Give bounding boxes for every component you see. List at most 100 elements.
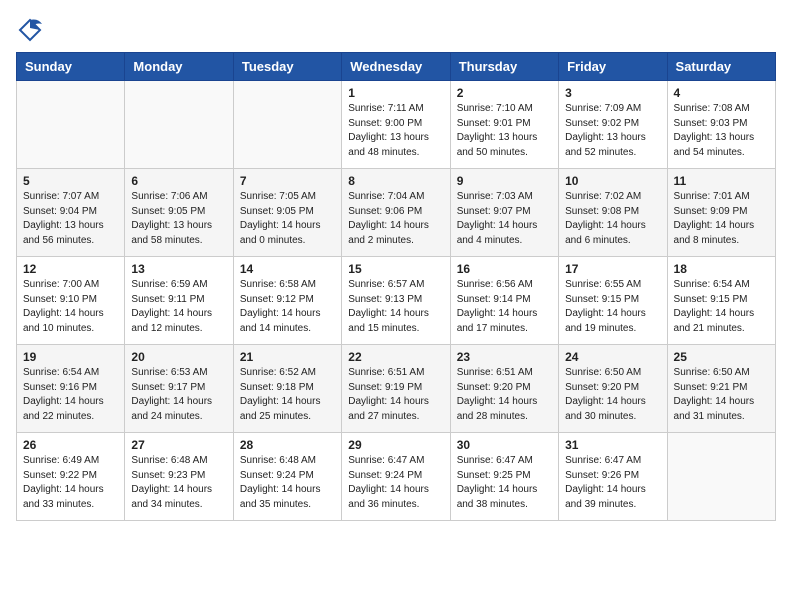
day-info: Sunrise: 7:03 AMSunset: 9:07 PMDaylight:… [457, 190, 552, 248]
day-number: 6 [131, 174, 226, 188]
day-info: Sunrise: 6:54 AMSunset: 9:15 PMDaylight:… [674, 278, 769, 336]
day-number: 19 [23, 350, 118, 364]
day-cell-4-2: 28 Sunrise: 6:48 AMSunset: 9:24 PMDayligh… [233, 433, 341, 521]
day-number: 7 [240, 174, 335, 188]
day-number: 30 [457, 438, 552, 452]
day-number: 26 [23, 438, 118, 452]
logo-icon [16, 16, 44, 44]
day-info: Sunrise: 6:50 AMSunset: 9:21 PMDaylight:… [674, 366, 769, 424]
day-number: 9 [457, 174, 552, 188]
day-number: 13 [131, 262, 226, 276]
day-info: Sunrise: 6:56 AMSunset: 9:14 PMDaylight:… [457, 278, 552, 336]
week-row-3: 12 Sunrise: 7:00 AMSunset: 9:10 PMDayligh… [17, 257, 776, 345]
day-cell-4-5: 31Sunrise: 6:47 AMSunset: 9:26 PMDayligh… [559, 433, 667, 521]
day-info: Sunrise: 7:10 AMSunset: 9:01 PMDaylight:… [457, 102, 552, 160]
day-cell-4-1: 27 Sunrise: 6:48 AMSunset: 9:23 PMDayligh… [125, 433, 233, 521]
header-thursday: Thursday [450, 53, 558, 81]
day-number: 17 [565, 262, 660, 276]
day-cell-1-2: 7 Sunrise: 7:05 AMSunset: 9:05 PMDaylight… [233, 169, 341, 257]
week-row-1: 1Sunrise: 7:11 AMSunset: 9:00 PMDaylight… [17, 81, 776, 169]
day-info: Sunrise: 6:50 AMSunset: 9:20 PMDaylight:… [565, 366, 660, 424]
day-info: Sunrise: 6:57 AMSunset: 9:13 PMDaylight:… [348, 278, 443, 336]
day-cell-2-0: 12 Sunrise: 7:00 AMSunset: 9:10 PMDayligh… [17, 257, 125, 345]
header-monday: Monday [125, 53, 233, 81]
day-info: Sunrise: 6:48 AMSunset: 9:23 PMDaylight:… [131, 454, 226, 512]
week-row-2: 5 Sunrise: 7:07 AMSunset: 9:04 PMDaylight… [17, 169, 776, 257]
day-info: Sunrise: 6:47 AMSunset: 9:26 PMDaylight:… [565, 454, 660, 512]
day-info: Sunrise: 7:08 AMSunset: 9:03 PMDaylight:… [674, 102, 769, 160]
day-info: Sunrise: 6:49 AMSunset: 9:22 PMDaylight:… [23, 454, 118, 512]
day-number: 21 [240, 350, 335, 364]
day-number: 29 [348, 438, 443, 452]
day-cell-3-5: 24 Sunrise: 6:50 AMSunset: 9:20 PMDayligh… [559, 345, 667, 433]
day-info: Sunrise: 6:48 AMSunset: 9:24 PMDaylight:… [240, 454, 335, 512]
day-info: Sunrise: 6:59 AMSunset: 9:11 PMDaylight:… [131, 278, 226, 336]
day-number: 8 [348, 174, 443, 188]
day-info: Sunrise: 7:01 AMSunset: 9:09 PMDaylight:… [674, 190, 769, 248]
header-tuesday: Tuesday [233, 53, 341, 81]
week-row-5: 26 Sunrise: 6:49 AMSunset: 9:22 PMDayligh… [17, 433, 776, 521]
day-cell-1-6: 11 Sunrise: 7:01 AMSunset: 9:09 PMDayligh… [667, 169, 775, 257]
day-cell-3-0: 19 Sunrise: 6:54 AMSunset: 9:16 PMDayligh… [17, 345, 125, 433]
day-info: Sunrise: 6:47 AMSunset: 9:24 PMDaylight:… [348, 454, 443, 512]
day-number: 25 [674, 350, 769, 364]
day-info: Sunrise: 6:53 AMSunset: 9:17 PMDaylight:… [131, 366, 226, 424]
day-number: 23 [457, 350, 552, 364]
day-number: 4 [674, 86, 769, 100]
day-number: 5 [23, 174, 118, 188]
day-info: Sunrise: 7:07 AMSunset: 9:04 PMDaylight:… [23, 190, 118, 248]
day-info: Sunrise: 7:06 AMSunset: 9:05 PMDaylight:… [131, 190, 226, 248]
header-friday: Friday [559, 53, 667, 81]
calendar-table: Sunday Monday Tuesday Wednesday Thursday… [16, 52, 776, 521]
day-number: 2 [457, 86, 552, 100]
day-info: Sunrise: 7:04 AMSunset: 9:06 PMDaylight:… [348, 190, 443, 248]
day-info: Sunrise: 7:02 AMSunset: 9:08 PMDaylight:… [565, 190, 660, 248]
day-number: 28 [240, 438, 335, 452]
logo [16, 16, 48, 44]
day-cell-2-5: 17Sunrise: 6:55 AMSunset: 9:15 PMDayligh… [559, 257, 667, 345]
day-number: 14 [240, 262, 335, 276]
day-info: Sunrise: 7:00 AMSunset: 9:10 PMDaylight:… [23, 278, 118, 336]
day-cell-0-5: 3Sunrise: 7:09 AMSunset: 9:02 PMDaylight… [559, 81, 667, 169]
header-wednesday: Wednesday [342, 53, 450, 81]
day-info: Sunrise: 7:05 AMSunset: 9:05 PMDaylight:… [240, 190, 335, 248]
day-number: 15 [348, 262, 443, 276]
day-number: 22 [348, 350, 443, 364]
day-cell-1-5: 10Sunrise: 7:02 AMSunset: 9:08 PMDayligh… [559, 169, 667, 257]
calendar-body: 1Sunrise: 7:11 AMSunset: 9:00 PMDaylight… [17, 81, 776, 521]
day-number: 24 [565, 350, 660, 364]
day-cell-0-0 [17, 81, 125, 169]
day-number: 27 [131, 438, 226, 452]
day-info: Sunrise: 6:54 AMSunset: 9:16 PMDaylight:… [23, 366, 118, 424]
day-cell-3-2: 21Sunrise: 6:52 AMSunset: 9:18 PMDayligh… [233, 345, 341, 433]
day-cell-0-1 [125, 81, 233, 169]
day-cell-2-4: 16 Sunrise: 6:56 AMSunset: 9:14 PMDayligh… [450, 257, 558, 345]
day-cell-4-6 [667, 433, 775, 521]
day-cell-0-2 [233, 81, 341, 169]
day-info: Sunrise: 6:47 AMSunset: 9:25 PMDaylight:… [457, 454, 552, 512]
day-number: 16 [457, 262, 552, 276]
day-number: 12 [23, 262, 118, 276]
day-info: Sunrise: 6:51 AMSunset: 9:20 PMDaylight:… [457, 366, 552, 424]
day-cell-1-0: 5 Sunrise: 7:07 AMSunset: 9:04 PMDaylight… [17, 169, 125, 257]
day-number: 18 [674, 262, 769, 276]
day-info: Sunrise: 7:09 AMSunset: 9:02 PMDaylight:… [565, 102, 660, 160]
header-sunday: Sunday [17, 53, 125, 81]
day-cell-0-4: 2 Sunrise: 7:10 AMSunset: 9:01 PMDaylight… [450, 81, 558, 169]
weekday-header-row: Sunday Monday Tuesday Wednesday Thursday… [17, 53, 776, 81]
day-cell-2-1: 13 Sunrise: 6:59 AMSunset: 9:11 PMDayligh… [125, 257, 233, 345]
day-cell-1-1: 6 Sunrise: 7:06 AMSunset: 9:05 PMDaylight… [125, 169, 233, 257]
day-cell-0-3: 1Sunrise: 7:11 AMSunset: 9:00 PMDaylight… [342, 81, 450, 169]
day-cell-1-3: 8 Sunrise: 7:04 AMSunset: 9:06 PMDaylight… [342, 169, 450, 257]
day-info: Sunrise: 6:58 AMSunset: 9:12 PMDaylight:… [240, 278, 335, 336]
day-cell-3-6: 25 Sunrise: 6:50 AMSunset: 9:21 PMDayligh… [667, 345, 775, 433]
day-cell-4-0: 26 Sunrise: 6:49 AMSunset: 9:22 PMDayligh… [17, 433, 125, 521]
day-cell-4-4: 30 Sunrise: 6:47 AMSunset: 9:25 PMDayligh… [450, 433, 558, 521]
day-number: 20 [131, 350, 226, 364]
day-cell-3-4: 23 Sunrise: 6:51 AMSunset: 9:20 PMDayligh… [450, 345, 558, 433]
day-cell-1-4: 9 Sunrise: 7:03 AMSunset: 9:07 PMDaylight… [450, 169, 558, 257]
header-saturday: Saturday [667, 53, 775, 81]
day-cell-3-3: 22Sunrise: 6:51 AMSunset: 9:19 PMDayligh… [342, 345, 450, 433]
day-cell-2-6: 18 Sunrise: 6:54 AMSunset: 9:15 PMDayligh… [667, 257, 775, 345]
day-number: 11 [674, 174, 769, 188]
